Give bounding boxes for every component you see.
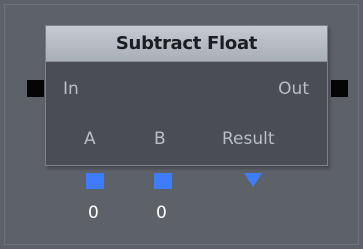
exec-in-pin-icon[interactable]: [27, 80, 44, 97]
graph-canvas[interactable]: Subtract Float In Out A B Result 0 0: [0, 0, 363, 249]
input-a-value[interactable]: 0: [88, 203, 99, 223]
input-a-label: A: [84, 129, 96, 149]
node-header[interactable]: Subtract Float: [46, 26, 327, 62]
exec-in-label: In: [63, 79, 79, 99]
node-body: In Out A B Result: [46, 62, 327, 165]
input-b-pin-icon[interactable]: [154, 173, 172, 189]
output-result-label: Result: [222, 129, 275, 149]
input-b-label: B: [154, 129, 166, 149]
result-pin-triangle-icon[interactable]: [244, 173, 262, 187]
subtract-float-node[interactable]: Subtract Float In Out A B Result: [45, 25, 328, 166]
input-b-value[interactable]: 0: [156, 203, 167, 223]
input-a-pin-icon[interactable]: [86, 173, 104, 189]
exec-out-label: Out: [278, 79, 309, 99]
node-title: Subtract Float: [115, 33, 258, 54]
exec-out-pin-icon[interactable]: [331, 80, 348, 97]
